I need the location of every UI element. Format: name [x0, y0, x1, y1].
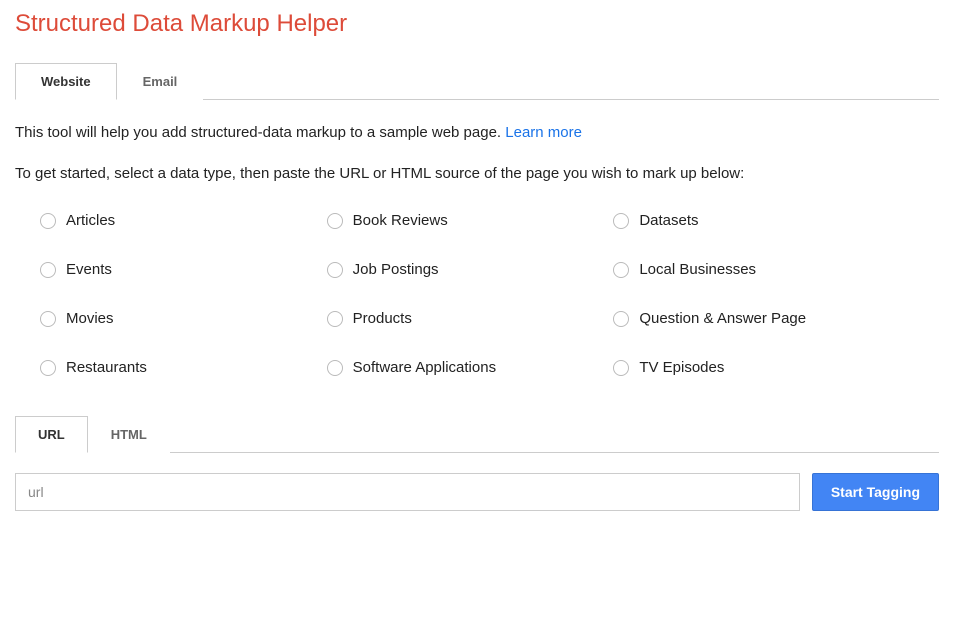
- learn-more-link[interactable]: Learn more: [505, 124, 582, 141]
- input-row: Start Tagging: [15, 473, 939, 511]
- radio-icon: [613, 311, 629, 327]
- radio-label: Datasets: [639, 212, 698, 229]
- radio-icon: [613, 360, 629, 376]
- data-type-grid: Articles Book Reviews Datasets Events Jo…: [40, 212, 880, 376]
- radio-label: Movies: [66, 310, 114, 327]
- radio-label: Software Applications: [353, 359, 496, 376]
- radio-book-reviews[interactable]: Book Reviews: [327, 212, 594, 229]
- radio-software-applications[interactable]: Software Applications: [327, 359, 594, 376]
- radio-icon: [40, 213, 56, 229]
- radio-events[interactable]: Events: [40, 261, 307, 278]
- radio-movies[interactable]: Movies: [40, 310, 307, 327]
- radio-icon: [327, 213, 343, 229]
- tab-url[interactable]: URL: [15, 416, 88, 453]
- radio-icon: [40, 262, 56, 278]
- radio-label: TV Episodes: [639, 359, 724, 376]
- input-source-tabs: URL HTML: [15, 416, 939, 453]
- radio-local-businesses[interactable]: Local Businesses: [613, 261, 880, 278]
- tab-email[interactable]: Email: [117, 63, 204, 100]
- tab-html[interactable]: HTML: [88, 416, 170, 453]
- radio-icon: [327, 262, 343, 278]
- radio-label: Book Reviews: [353, 212, 448, 229]
- radio-job-postings[interactable]: Job Postings: [327, 261, 594, 278]
- radio-icon: [613, 213, 629, 229]
- page-title: Structured Data Markup Helper: [15, 10, 939, 38]
- radio-products[interactable]: Products: [327, 310, 594, 327]
- radio-icon: [327, 360, 343, 376]
- intro-text-body: This tool will help you add structured-d…: [15, 124, 505, 141]
- radio-label: Articles: [66, 212, 115, 229]
- radio-icon: [40, 360, 56, 376]
- radio-icon: [327, 311, 343, 327]
- start-tagging-button[interactable]: Start Tagging: [812, 473, 939, 511]
- radio-tv-episodes[interactable]: TV Episodes: [613, 359, 880, 376]
- instructions-text: To get started, select a data type, then…: [15, 165, 939, 182]
- radio-restaurants[interactable]: Restaurants: [40, 359, 307, 376]
- radio-label: Job Postings: [353, 261, 439, 278]
- content-type-tabs: Website Email: [15, 63, 939, 100]
- radio-question-answer[interactable]: Question & Answer Page: [613, 310, 880, 327]
- intro-text: This tool will help you add structured-d…: [15, 122, 939, 143]
- radio-icon: [40, 311, 56, 327]
- radio-datasets[interactable]: Datasets: [613, 212, 880, 229]
- radio-icon: [613, 262, 629, 278]
- radio-label: Restaurants: [66, 359, 147, 376]
- radio-label: Products: [353, 310, 412, 327]
- radio-label: Events: [66, 261, 112, 278]
- radio-label: Question & Answer Page: [639, 310, 806, 327]
- tab-website[interactable]: Website: [15, 63, 117, 100]
- radio-articles[interactable]: Articles: [40, 212, 307, 229]
- radio-label: Local Businesses: [639, 261, 756, 278]
- url-input[interactable]: [15, 473, 800, 511]
